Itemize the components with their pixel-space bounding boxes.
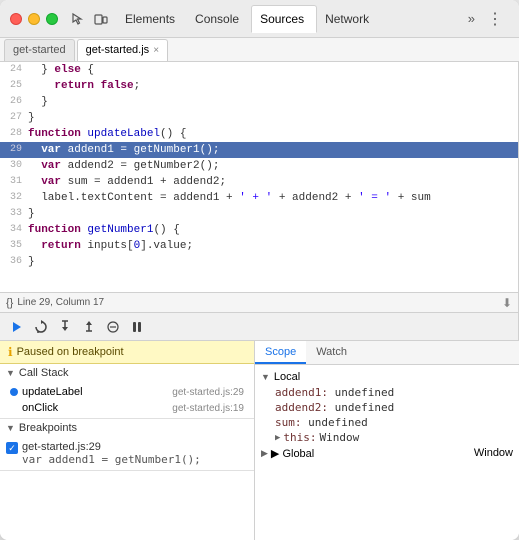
pause-text: Paused on breakpoint <box>17 346 124 358</box>
call-stack-section: ▼ Call Stack updateLabel get-started.js:… <box>0 364 254 419</box>
global-label: ▶ Global <box>271 447 314 460</box>
scope-item-sum: sum: undefined <box>255 415 519 430</box>
menu-button[interactable]: ⋮ <box>481 7 509 31</box>
devtools-window: Elements Console Sources Network » ⋮ get… <box>0 0 519 540</box>
code-line-27: 27 } <box>0 110 518 126</box>
tab-network[interactable]: Network <box>317 5 381 33</box>
code-line-29: 29 var addend1 = getNumber1(); <box>0 142 518 158</box>
code-line-25: 25 return false; <box>0 78 518 94</box>
global-arrow: ▶ <box>261 448 268 459</box>
code-line-32: 32 label.textContent = addend1 + ' + ' +… <box>0 190 518 206</box>
deactivate-button[interactable] <box>102 317 124 337</box>
local-arrow: ▼ <box>261 372 270 382</box>
step-out-button[interactable] <box>78 317 100 337</box>
call-stack-item-1[interactable]: onClick get-started.js:19 <box>8 400 246 416</box>
breakpoint-code: var addend1 = getNumber1(); <box>22 453 201 466</box>
code-line-31: 31 var sum = addend1 + addend2; <box>0 174 518 190</box>
tab-watch[interactable]: Watch <box>306 341 357 364</box>
code-line-35: 35 return inputs[0].value; <box>0 238 518 254</box>
close-button[interactable] <box>10 13 22 25</box>
device-icon[interactable] <box>91 9 111 29</box>
code-editor[interactable]: 24 } else { 25 return false; 26 } 27 } 2 <box>0 62 518 292</box>
scope-tabs: Scope Watch <box>255 341 519 365</box>
close-tab-icon[interactable]: × <box>153 45 159 56</box>
step-into-button[interactable] <box>54 317 76 337</box>
code-panel: 24 } else { 25 return false; 26 } 27 } 2 <box>0 62 519 340</box>
call-stack-item-0[interactable]: updateLabel get-started.js:29 <box>8 384 246 400</box>
title-bar: Elements Console Sources Network » ⋮ <box>0 0 519 38</box>
this-arrow: ▶ <box>275 433 280 443</box>
source-tab-get-started[interactable]: get-started <box>4 39 75 61</box>
scope-content[interactable]: ▼ Local addend1: undefined addend2: unde… <box>255 365 519 540</box>
step-over-button[interactable] <box>30 317 52 337</box>
tab-elements[interactable]: Elements <box>117 5 187 33</box>
left-panel: ℹ Paused on breakpoint ▼ Call Stack upda… <box>0 341 255 540</box>
pause-banner: ℹ Paused on breakpoint <box>0 341 254 364</box>
breakpoint-item-0: get-started.js:29 var addend1 = getNumbe… <box>6 441 248 466</box>
breakpoints-label: Breakpoints <box>19 422 77 434</box>
inspect-icon[interactable] <box>68 9 88 29</box>
minimize-button[interactable] <box>28 13 40 25</box>
call-stack-name-1: onClick <box>22 402 58 414</box>
code-line-28: 28 function updateLabel() { <box>0 126 518 142</box>
scroll-icon: ⬇ <box>502 296 512 310</box>
scope-item-addend1: addend1: undefined <box>255 385 519 400</box>
code-line-24: 24 } else { <box>0 62 518 78</box>
code-line-30: 30 var addend2 = getNumber2(); <box>0 158 518 174</box>
code-line-26: 26 } <box>0 94 518 110</box>
breakpoint-file: get-started.js:29 <box>22 441 201 453</box>
call-stack-content: updateLabel get-started.js:29 onClick ge… <box>0 382 254 418</box>
info-icon: ℹ <box>8 345 13 359</box>
call-stack-arrow: ▼ <box>6 368 15 378</box>
code-line-36: 36 } <box>0 254 518 270</box>
code-line-34: 34 function getNumber1() { <box>0 222 518 238</box>
braces-icon: {} <box>6 297 13 309</box>
scope-item-addend2: addend2: undefined <box>255 400 519 415</box>
local-section-header[interactable]: ▼ Local <box>255 369 519 385</box>
main-content: 24 } else { 25 return false; 26 } 27 } 2 <box>0 62 519 340</box>
tab-sources[interactable]: Sources <box>251 5 317 33</box>
more-tabs-button[interactable]: » <box>464 9 479 28</box>
traffic-lights <box>10 13 58 25</box>
maximize-button[interactable] <box>46 13 58 25</box>
scope-item-this[interactable]: ▶ this: Window <box>255 430 519 445</box>
cursor-position: Line 29, Column 17 <box>17 297 104 308</box>
pause-button[interactable] <box>126 317 148 337</box>
breakpoints-content: get-started.js:29 var addend1 = getNumbe… <box>0 437 254 470</box>
devtools-icon-area <box>68 9 111 29</box>
stack-dot-icon <box>10 388 18 396</box>
source-tab-get-started-js[interactable]: get-started.js × <box>77 39 168 61</box>
status-bar: {} Line 29, Column 17 ⬇ <box>0 292 518 312</box>
local-label: Local <box>274 371 300 383</box>
breakpoints-section: ▼ Breakpoints get-started.js:29 var adde… <box>0 419 254 471</box>
global-val: Window <box>474 447 513 460</box>
global-row[interactable]: ▶ ▶ Global Window <box>255 445 519 462</box>
call-stack-name-0: updateLabel <box>22 386 83 398</box>
breakpoints-arrow: ▼ <box>6 423 15 433</box>
tab-scope[interactable]: Scope <box>255 341 306 364</box>
call-stack-label: Call Stack <box>19 367 69 379</box>
tab-console[interactable]: Console <box>187 5 251 33</box>
call-stack-file-0: get-started.js:29 <box>172 387 244 398</box>
code-line-33: 33 } <box>0 206 518 222</box>
breakpoint-checkbox[interactable] <box>6 442 18 454</box>
call-stack-header[interactable]: ▼ Call Stack <box>0 364 254 382</box>
right-panel: Scope Watch ▼ Local addend1: undefined a… <box>255 341 519 540</box>
call-stack-file-1: get-started.js:19 <box>172 403 244 414</box>
debugger-toolbar <box>0 312 518 340</box>
resume-button[interactable] <box>6 317 28 337</box>
bottom-area: ℹ Paused on breakpoint ▼ Call Stack upda… <box>0 340 519 540</box>
breakpoints-header[interactable]: ▼ Breakpoints <box>0 419 254 437</box>
source-tabs: get-started get-started.js × <box>0 38 519 62</box>
